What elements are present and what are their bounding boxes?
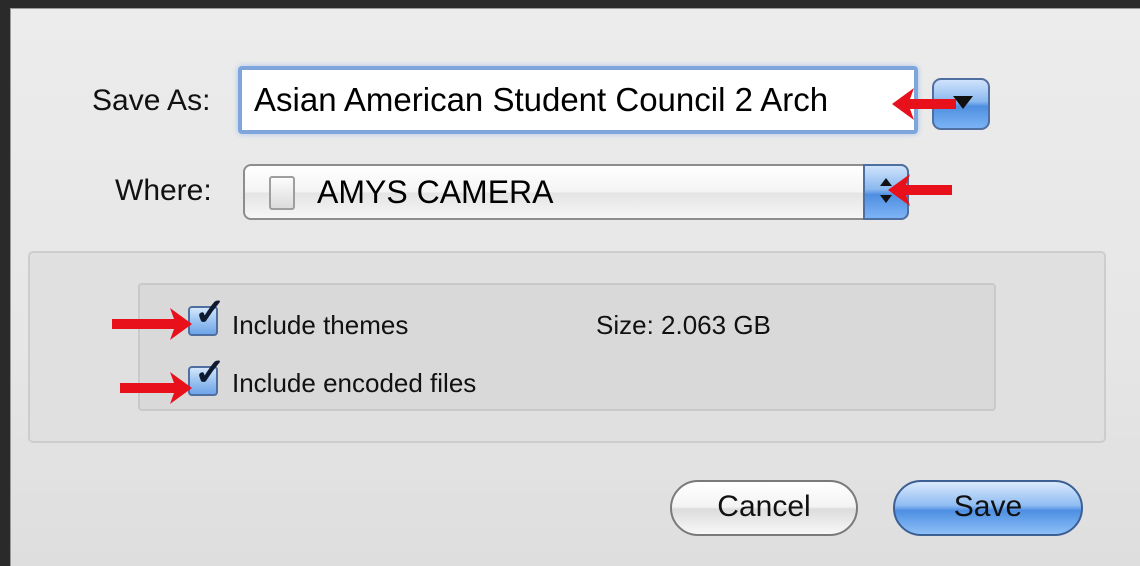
annotation-arrow-icon (112, 308, 192, 340)
save-button[interactable]: Save (893, 480, 1083, 536)
include-encoded-label[interactable]: Include encoded files (232, 368, 476, 399)
annotation-arrow-icon (888, 174, 952, 206)
annotation-arrow-icon (120, 372, 192, 404)
where-label: Where: (115, 174, 212, 207)
size-readout: Size: 2.063 GB (596, 310, 771, 340)
save-as-value[interactable]: Asian American Student Council 2 Arch (254, 70, 914, 130)
annotation-arrow-icon (892, 88, 956, 120)
cancel-button[interactable]: Cancel (670, 480, 858, 536)
disk-icon (269, 176, 295, 210)
save-as-label: Save As: (92, 84, 211, 117)
where-value: AMYS CAMERA (317, 174, 554, 210)
save-as-field[interactable]: Asian American Student Council 2 Arch (238, 66, 918, 134)
where-popup-button[interactable]: AMYS CAMERA (243, 164, 909, 220)
include-themes-label[interactable]: Include themes (232, 310, 408, 341)
checkmark-icon: ✓ (194, 292, 226, 334)
checkmark-icon: ✓ (194, 352, 226, 394)
